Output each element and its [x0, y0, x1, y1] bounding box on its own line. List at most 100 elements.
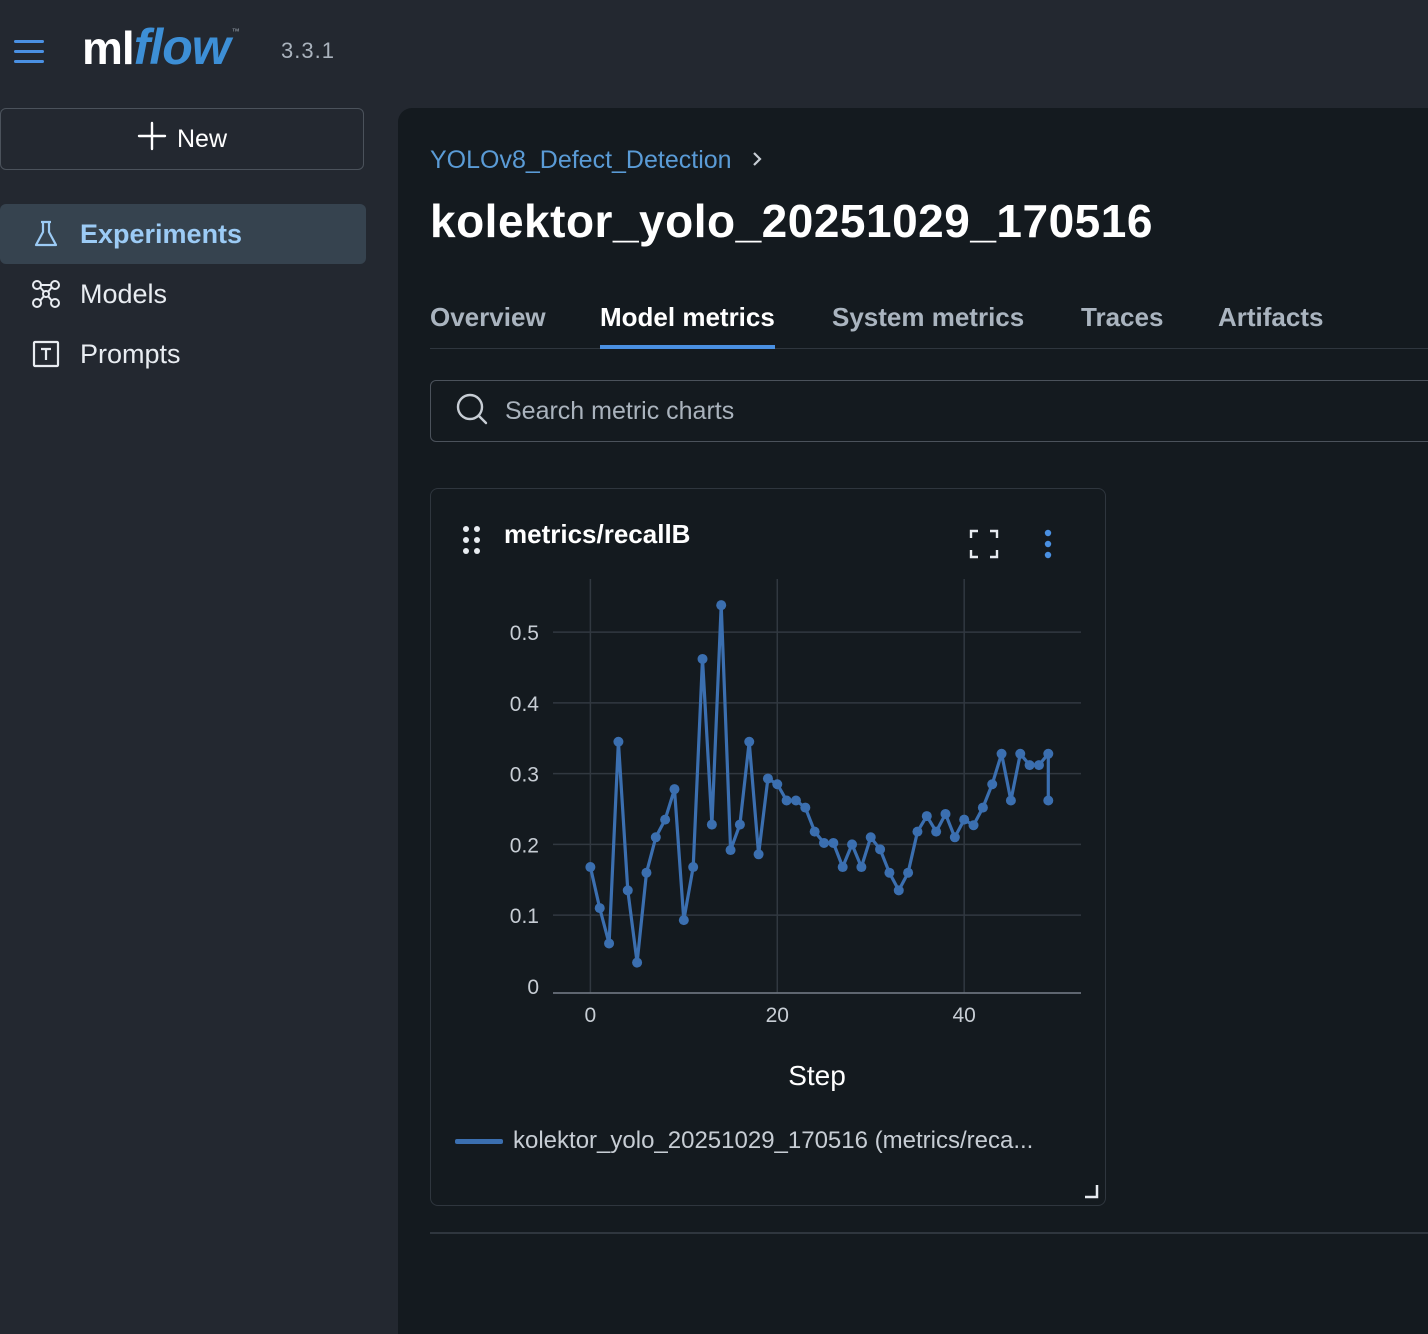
data-point: [772, 779, 783, 790]
sidebar-item-label: Experiments: [80, 218, 243, 249]
data-point: [856, 862, 867, 873]
data-point: [1043, 795, 1054, 806]
data-point: [632, 957, 643, 968]
legend-label: kolektor_yolo_20251029_170516 (metrics/r…: [513, 1127, 1034, 1154]
x-tick-label: 0: [585, 1004, 597, 1027]
flask-icon: [30, 218, 62, 250]
data-point: [837, 862, 848, 873]
data-point: [865, 832, 876, 843]
data-point: [847, 839, 858, 850]
version-label: 3.3.1: [281, 38, 335, 63]
search-icon: [455, 392, 489, 431]
sidebar-item-models[interactable]: Models: [0, 264, 366, 324]
main-panel: YOLOv8_Defect_Detection kolektor_yolo_20…: [398, 108, 1428, 1334]
sidebar-item-label: Models: [80, 278, 168, 309]
data-point: [977, 802, 988, 813]
fullscreen-icon[interactable]: [969, 529, 999, 559]
more-options-icon[interactable]: [1037, 527, 1059, 561]
legend-swatch: [455, 1138, 503, 1144]
data-point: [641, 867, 652, 878]
tab-model-metrics[interactable]: Model metrics: [600, 302, 775, 349]
data-point: [921, 811, 932, 822]
data-point: [585, 862, 596, 873]
search-input[interactable]: [503, 395, 1207, 427]
data-point: [725, 845, 736, 856]
data-point: [968, 820, 979, 831]
drag-handle-icon[interactable]: [461, 525, 483, 555]
data-point: [604, 938, 615, 949]
tab-system-metrics[interactable]: System metrics: [832, 302, 1024, 345]
data-point: [1033, 760, 1044, 771]
data-point: [884, 867, 895, 878]
data-point: [753, 849, 764, 860]
y-tick-label: 0.5: [510, 622, 539, 645]
y-tick-label: 0.1: [510, 905, 539, 928]
mlflow-logo[interactable]: ml flow ™: [82, 18, 240, 88]
tab-bar: Overview Model metrics System metrics Tr…: [430, 298, 1428, 349]
plus-icon: [137, 121, 167, 157]
data-point: [669, 784, 680, 795]
page-title: kolektor_yolo_20251029_170516: [430, 195, 1153, 247]
new-button[interactable]: New: [0, 108, 364, 170]
search-box[interactable]: [430, 380, 1428, 442]
logo-trademark: ™: [231, 27, 240, 36]
y-tick-label: 0.4: [510, 693, 540, 716]
y-tick-label: 0.2: [510, 834, 539, 857]
data-point: [931, 826, 942, 837]
resize-handle-icon[interactable]: [1083, 1183, 1099, 1199]
menu-icon[interactable]: [14, 40, 46, 64]
data-point: [688, 862, 699, 873]
data-point: [996, 748, 1007, 759]
line-chart[interactable]: 0 0.1 0.2 0.3 0.4 0.5 0 20 40 Step: [431, 569, 1107, 1109]
x-axis-title: Step: [788, 1060, 846, 1091]
x-tick-label: 20: [766, 1004, 789, 1027]
breadcrumb: YOLOv8_Defect_Detection: [430, 146, 764, 175]
data-point: [613, 736, 624, 747]
models-icon: [30, 278, 62, 310]
data-point: [762, 773, 773, 784]
data-point: [790, 795, 801, 806]
data-point: [1005, 795, 1016, 806]
data-point: [744, 736, 755, 747]
data-point: [734, 819, 745, 830]
data-point: [716, 600, 727, 611]
sidebar-item-label: Prompts: [80, 338, 181, 369]
tab-traces[interactable]: Traces: [1081, 302, 1163, 345]
data-point: [903, 867, 914, 878]
data-point: [781, 795, 792, 806]
data-point: [912, 826, 923, 837]
sidebar-item-experiments[interactable]: Experiments: [0, 204, 366, 264]
sidebar-item-prompts[interactable]: Prompts: [0, 324, 366, 384]
data-point: [1024, 760, 1035, 771]
data-point: [660, 814, 671, 825]
breadcrumb-experiment-link[interactable]: YOLOv8_Defect_Detection: [430, 146, 732, 175]
data-point: [706, 819, 717, 830]
logo-ml-text: ml: [82, 22, 135, 74]
data-point: [622, 885, 633, 896]
data-point: [1015, 748, 1026, 759]
data-point: [987, 779, 998, 790]
x-tick-label: 40: [953, 1004, 976, 1027]
data-point: [949, 832, 960, 843]
data-point: [594, 903, 605, 914]
data-point: [875, 844, 886, 855]
new-button-label: New: [176, 124, 227, 153]
prompt-icon: [30, 338, 62, 370]
data-point: [940, 808, 951, 819]
y-tick-label: 0.3: [510, 764, 539, 787]
tab-artifacts[interactable]: Artifacts: [1218, 302, 1323, 345]
tab-overview[interactable]: Overview: [430, 302, 546, 345]
chevron-right-icon: [750, 147, 764, 175]
data-point: [1043, 748, 1054, 759]
y-tick-label: 0: [527, 976, 539, 999]
series-line: [588, 603, 1050, 965]
data-point: [819, 837, 830, 848]
data-point: [893, 885, 904, 896]
chart-legend[interactable]: kolektor_yolo_20251029_170516 (metrics/r…: [455, 1127, 1033, 1155]
chart-title: metrics/recallB: [504, 519, 691, 549]
data-point: [650, 832, 661, 843]
data-point: [809, 826, 820, 837]
data-point: [800, 802, 811, 813]
data-point: [678, 915, 689, 926]
data-point: [828, 837, 839, 848]
